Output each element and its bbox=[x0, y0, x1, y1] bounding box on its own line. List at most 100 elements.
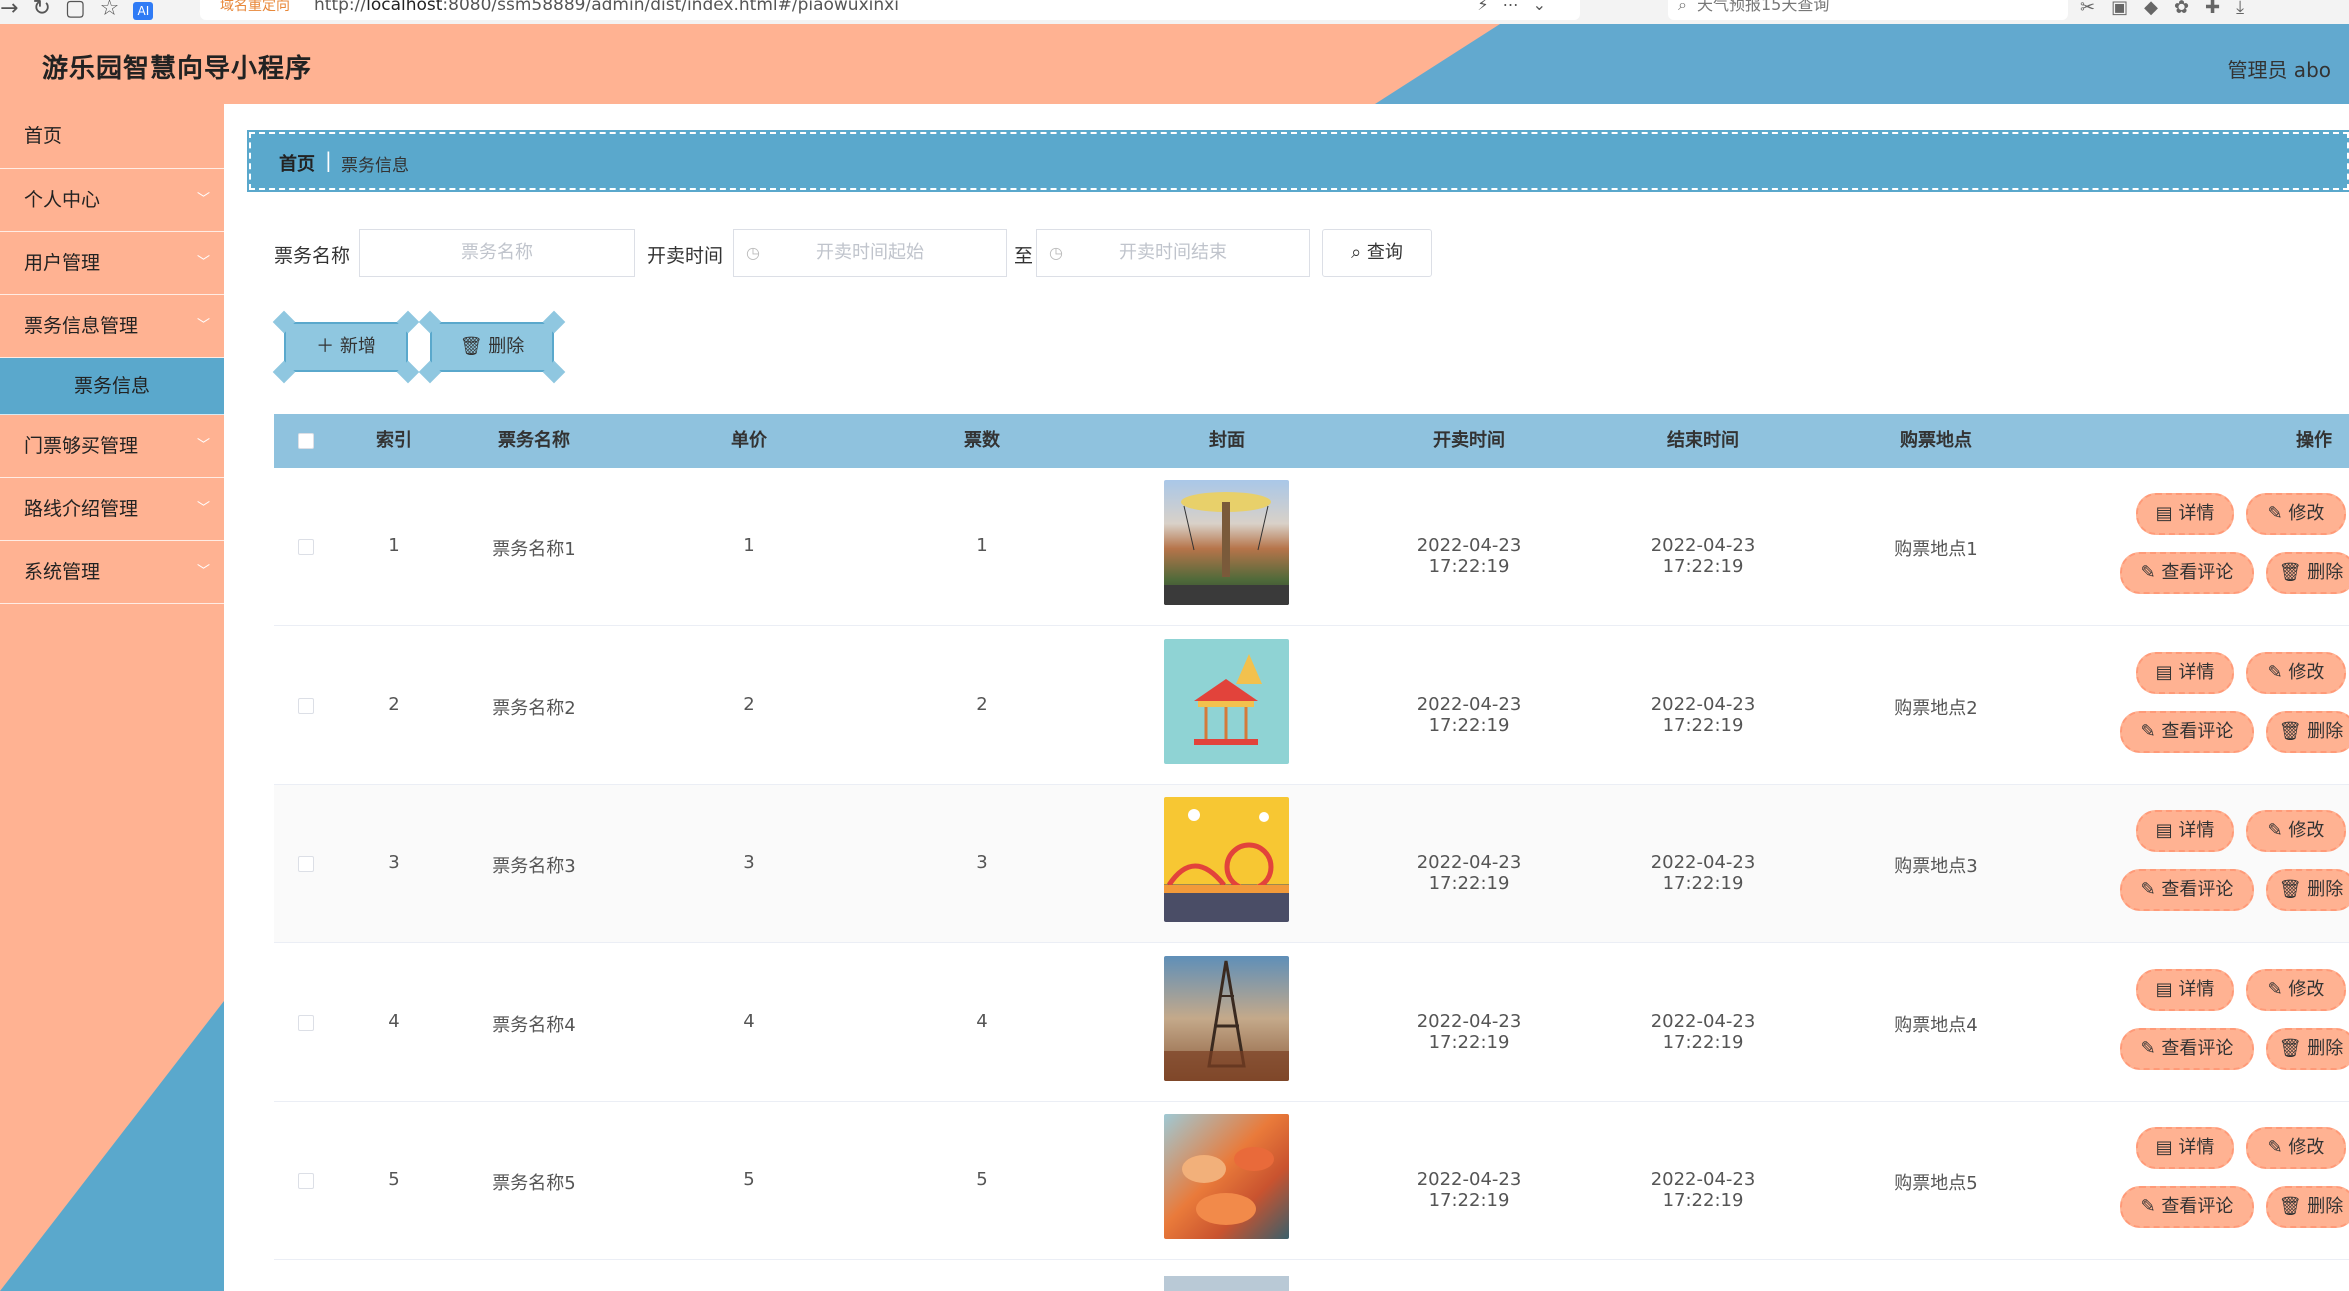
cell-start-time: 2022-04-23 17:22:19 bbox=[1416, 852, 1522, 894]
sidebar-item-ticket-management[interactable]: 票务信息管理 ﹀ bbox=[0, 295, 224, 358]
address-bar[interactable]: 域名重定向 http://localhost:8080/ssm58889/admi… bbox=[200, 0, 1580, 20]
row-delete-label: 删除 bbox=[2307, 1196, 2344, 1217]
row-delete-button[interactable]: 🗑 删除 bbox=[2266, 869, 2349, 911]
search-icon: ⌕ bbox=[1351, 242, 1367, 263]
view-comments-button[interactable]: ✎ 查看评论 bbox=[2120, 1028, 2254, 1070]
clock-icon: ◷ bbox=[1049, 243, 1063, 262]
ai-icon[interactable]: AI bbox=[133, 2, 154, 20]
row-delete-button[interactable]: 🗑 删除 bbox=[2266, 552, 2349, 594]
cover-image-carousel-swing[interactable] bbox=[1164, 480, 1289, 605]
cover-image-amusement-park[interactable] bbox=[1164, 797, 1289, 922]
start-date-input[interactable]: ◷ 开卖时间起始 bbox=[733, 229, 1007, 277]
cell-start-time: 2022-04-23 17:22:19 bbox=[1416, 1169, 1522, 1211]
favorites-icon[interactable]: ☆ bbox=[100, 0, 120, 21]
download-icon[interactable]: ⤓ bbox=[2236, 0, 2260, 18]
edit-button[interactable]: ✎ 修改 bbox=[2246, 493, 2346, 535]
lightning-icon[interactable]: ⚡ bbox=[1477, 0, 1502, 14]
browser-search[interactable]: ⌕ 天气预报15天查询 bbox=[1668, 0, 2068, 20]
view-comments-label: 查看评论 bbox=[2161, 721, 2234, 742]
row-delete-label: 删除 bbox=[2307, 562, 2344, 583]
puzzle-icon[interactable]: ✚ bbox=[2205, 0, 2236, 18]
select-all-checkbox[interactable] bbox=[298, 433, 314, 449]
cell-count: 5 bbox=[976, 1169, 988, 1190]
home-icon[interactable]: ▢ bbox=[65, 0, 86, 21]
edit-button[interactable]: ✎ 修改 bbox=[2246, 969, 2346, 1011]
detail-button[interactable]: ▤ 详情 bbox=[2136, 1127, 2234, 1169]
row-checkbox[interactable] bbox=[298, 539, 314, 555]
sidebar-item-label: 路线介绍管理 bbox=[24, 498, 139, 520]
ticket-name-label: 票务名称 bbox=[274, 245, 351, 267]
row-delete-button[interactable]: 🗑 删除 bbox=[2266, 711, 2349, 753]
more-icon[interactable]: ⋯ bbox=[1503, 0, 1533, 14]
cell-name: 票务名称5 bbox=[492, 1173, 576, 1194]
view-comments-button[interactable]: ✎ 查看评论 bbox=[2120, 552, 2254, 594]
table-row-partial bbox=[274, 1260, 2349, 1291]
detail-button[interactable]: ▤ 详情 bbox=[2136, 652, 2234, 694]
detail-button[interactable]: ▤ 详情 bbox=[2136, 810, 2234, 852]
edit-button[interactable]: ✎ 修改 bbox=[2246, 652, 2346, 694]
sidebar-item-system[interactable]: 系统管理 ﹀ bbox=[0, 541, 224, 604]
detail-button[interactable]: ▤ 详情 bbox=[2136, 493, 2234, 535]
reload-icon[interactable]: ↻ bbox=[32, 0, 50, 21]
flower-icon[interactable]: ✿ bbox=[2174, 0, 2205, 18]
breadcrumb-separator: | bbox=[325, 148, 332, 172]
column-header-end-time: 结束时间 bbox=[1667, 430, 1739, 451]
pencil-icon: ✎ bbox=[2267, 979, 2289, 1000]
edit-button[interactable]: ✎ 修改 bbox=[2246, 810, 2346, 852]
add-button[interactable]: ＋ 新增 bbox=[272, 310, 420, 384]
sidebar-item-users[interactable]: 用户管理 ﹀ bbox=[0, 232, 224, 295]
detail-button-label: 详情 bbox=[2178, 820, 2215, 841]
sidebar-item-ticket-purchase[interactable]: 门票够买管理 ﹀ bbox=[0, 415, 224, 478]
column-header-actions: 操作 bbox=[2296, 430, 2332, 451]
sidebar-item-personal[interactable]: 个人中心 ﹀ bbox=[0, 169, 224, 232]
cover-image-carousel-cartoon[interactable] bbox=[1164, 639, 1289, 764]
ticket-name-input[interactable]: 票务名称 bbox=[359, 229, 635, 277]
sidebar-item-home[interactable]: 首页 bbox=[0, 104, 224, 169]
row-delete-button[interactable]: 🗑 删除 bbox=[2266, 1028, 2349, 1070]
button-ear-decoration bbox=[418, 360, 442, 384]
batch-delete-button[interactable]: 🗑 删除 bbox=[418, 310, 566, 384]
back-icon[interactable]: → bbox=[0, 0, 18, 21]
view-comments-button[interactable]: ✎ 查看评论 bbox=[2120, 869, 2254, 911]
user-label[interactable]: 管理员 abo bbox=[2227, 54, 2331, 83]
cell-name: 票务名称4 bbox=[492, 1015, 576, 1036]
pencil-icon: ✎ bbox=[2267, 820, 2289, 841]
column-header-name: 票务名称 bbox=[498, 430, 570, 451]
view-comments-button[interactable]: ✎ 查看评论 bbox=[2120, 711, 2254, 753]
cover-image-eiffel-tower[interactable] bbox=[1164, 956, 1289, 1081]
trash-icon: 🗑 bbox=[459, 336, 489, 357]
detail-button[interactable]: ▤ 详情 bbox=[2136, 969, 2234, 1011]
park-illustration bbox=[1164, 809, 1289, 893]
table-row: 2 票务名称2 2 2 2022-04-23 17:22:19 2022-04-… bbox=[274, 627, 2349, 785]
table-header: 索引 票务名称 单价 票数 封面 开卖时间 结束时间 购票地点 操作 bbox=[274, 414, 2349, 468]
sidebar-item-routes[interactable]: 路线介绍管理 ﹀ bbox=[0, 478, 224, 541]
sidebar-subitem-ticket-info[interactable]: 票务信息 bbox=[0, 358, 224, 415]
row-checkbox[interactable] bbox=[298, 1173, 314, 1189]
row-checkbox[interactable] bbox=[298, 856, 314, 872]
game-icon[interactable]: ◆ bbox=[2144, 0, 2174, 18]
row-checkbox[interactable] bbox=[298, 698, 314, 714]
query-button[interactable]: ⌕ 查询 bbox=[1322, 229, 1432, 277]
button-ear-decoration bbox=[542, 310, 566, 334]
view-comments-button[interactable]: ✎ 查看评论 bbox=[2120, 1186, 2254, 1228]
sidebar-item-label: 首页 bbox=[24, 125, 63, 147]
url-prefix: http:// bbox=[314, 0, 367, 15]
row-delete-button[interactable]: 🗑 删除 bbox=[2266, 1186, 2349, 1228]
date-range-separator: 至 bbox=[1014, 245, 1034, 267]
detail-button-label: 详情 bbox=[2178, 662, 2215, 683]
edit-button[interactable]: ✎ 修改 bbox=[2246, 1127, 2346, 1169]
cover-image-teacup-ride[interactable] bbox=[1164, 1114, 1289, 1239]
pencil-icon: ✎ bbox=[2140, 1196, 2162, 1217]
cell-count: 4 bbox=[976, 1011, 988, 1032]
chevron-down-icon[interactable]: ⌄ bbox=[1533, 0, 1560, 14]
scissors-icon[interactable]: ✂ bbox=[2080, 0, 2111, 18]
trash-icon: 🗑 bbox=[2278, 1196, 2308, 1217]
breadcrumb-home[interactable]: 首页 bbox=[279, 150, 315, 176]
search-icon: ⌕ bbox=[1678, 0, 1687, 14]
document-icon: ▤ bbox=[2155, 503, 2179, 524]
button-ear-decoration bbox=[396, 310, 420, 334]
end-date-input[interactable]: ◷ 开卖时间结束 bbox=[1036, 229, 1310, 277]
row-checkbox[interactable] bbox=[298, 1015, 314, 1031]
cell-end-time: 2022-04-23 17:22:19 bbox=[1650, 535, 1756, 577]
translate-icon[interactable]: ▣ bbox=[2111, 0, 2144, 18]
